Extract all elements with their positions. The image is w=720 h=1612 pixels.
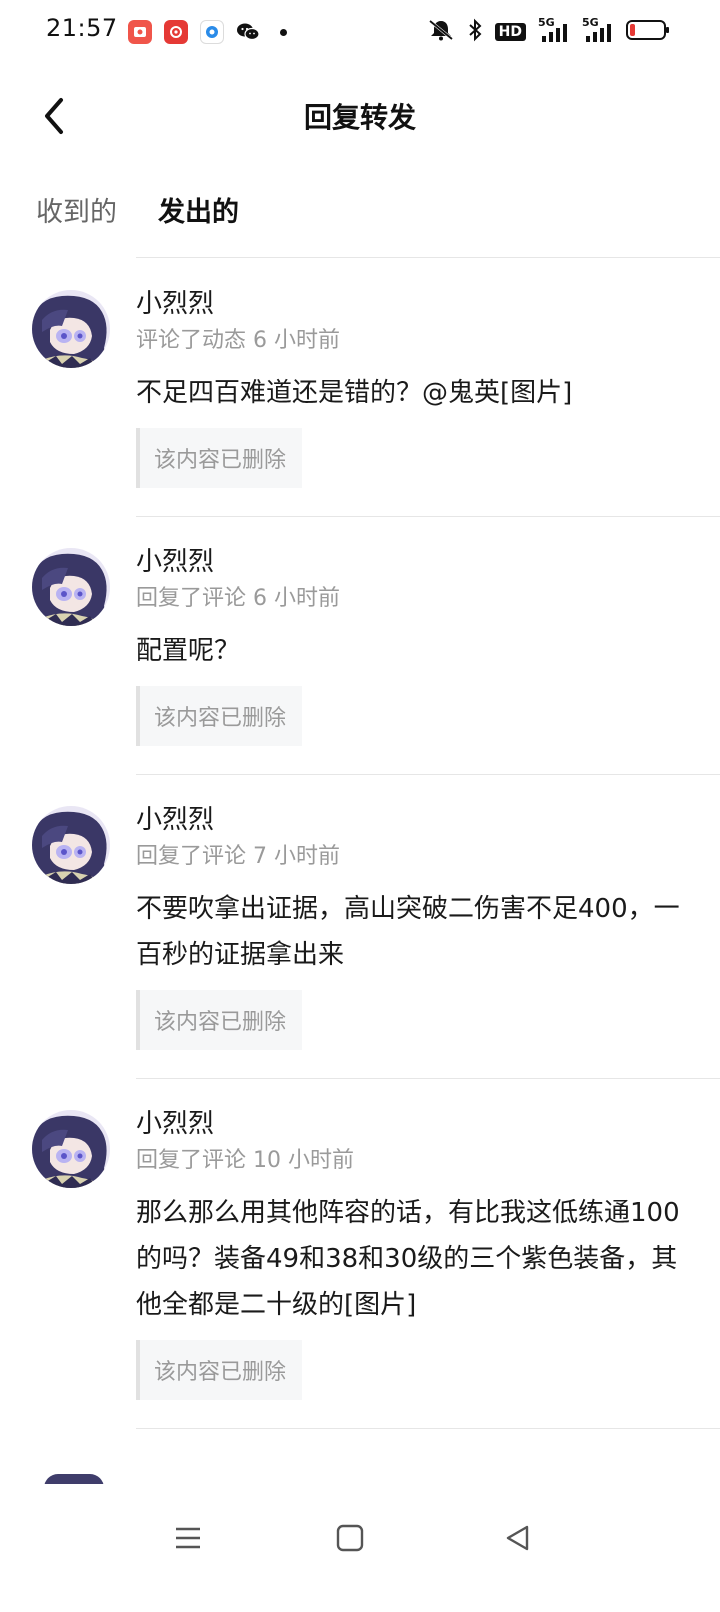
menu-icon bbox=[176, 1527, 200, 1549]
page-title: 回复转发 bbox=[303, 101, 416, 134]
reply-list: 小烈烈 评论了动态 6 小时前 不足四百难道还是错的？@鬼英[图片] 该内容已删… bbox=[0, 258, 720, 1429]
deleted-quote[interactable]: 该内容已删除 bbox=[136, 686, 302, 746]
deleted-quote-text: 该内容已删除 bbox=[154, 1010, 287, 1035]
list-item[interactable]: 小烈烈 评论了动态 6 小时前 不足四百难道还是错的？@鬼英[图片] 该内容已删… bbox=[0, 258, 720, 517]
reply-meta: 评论了动态 6 小时前 bbox=[136, 328, 340, 353]
hd-icon: HD bbox=[494, 23, 526, 41]
tab-received[interactable]: 收到的 bbox=[36, 190, 117, 229]
signal-5g-icon: 5G bbox=[582, 16, 614, 44]
tab-bar: 收到的 发出的 bbox=[0, 190, 720, 248]
status-app-icons bbox=[128, 20, 287, 44]
avatar[interactable] bbox=[32, 1110, 110, 1188]
browser-app-icon bbox=[200, 20, 224, 44]
reply-meta: 回复了评论 7 小时前 bbox=[136, 844, 340, 869]
header: 回复转发 bbox=[0, 64, 720, 176]
more-notifications-dot bbox=[280, 28, 287, 36]
avatar[interactable] bbox=[32, 806, 110, 884]
wechat-icon bbox=[236, 20, 260, 44]
tab-sent[interactable]: 发出的 bbox=[158, 190, 239, 229]
divider bbox=[136, 1428, 720, 1429]
reply-content[interactable]: 不要吹拿出证据，高山突破二伤害不足400，一百秒的证据拿出来 bbox=[136, 886, 720, 978]
deleted-quote-text: 该内容已删除 bbox=[154, 706, 287, 731]
reply-content[interactable]: 配置呢？ bbox=[136, 628, 720, 674]
username[interactable]: 小烈烈 bbox=[136, 802, 720, 838]
reply-meta: 回复了评论 10 小时前 bbox=[136, 1148, 354, 1173]
reply-meta: 回复了评论 6 小时前 bbox=[136, 586, 340, 611]
battery-low-icon bbox=[626, 18, 670, 46]
avatar[interactable] bbox=[32, 290, 110, 368]
deleted-quote-text: 该内容已删除 bbox=[154, 1360, 287, 1385]
deleted-quote-text: 该内容已删除 bbox=[154, 448, 287, 473]
music-app-icon bbox=[164, 20, 188, 44]
deleted-quote[interactable]: 该内容已删除 bbox=[136, 990, 302, 1050]
mute-icon bbox=[427, 18, 455, 46]
reply-content[interactable]: 不足四百难道还是错的？@鬼英[图片] bbox=[136, 370, 720, 416]
username[interactable]: 小烈烈 bbox=[136, 286, 720, 322]
signal-5g-icon: 5G bbox=[538, 16, 570, 44]
back-triangle-icon bbox=[506, 1525, 529, 1551]
photo-app-icon bbox=[128, 20, 152, 44]
system-nav-bar bbox=[0, 1484, 720, 1612]
status-time: 21:57 bbox=[46, 14, 118, 42]
reply-content[interactable]: 那么那么用其他阵容的话，有比我这低练通100的吗？装备49和38和30级的三个紫… bbox=[136, 1190, 720, 1328]
menu-button[interactable] bbox=[158, 1510, 218, 1566]
status-bar: 21:57 HD 5G 5G bbox=[0, 0, 720, 64]
avatar[interactable] bbox=[32, 548, 110, 626]
username[interactable]: 小烈烈 bbox=[136, 1106, 720, 1142]
home-square-icon bbox=[336, 1524, 364, 1552]
home-button[interactable] bbox=[320, 1510, 380, 1566]
deleted-quote[interactable]: 该内容已删除 bbox=[136, 428, 302, 488]
list-item[interactable]: 小烈烈 回复了评论 10 小时前 那么那么用其他阵容的话，有比我这低练通100的… bbox=[0, 1078, 720, 1429]
list-item[interactable]: 小烈烈 回复了评论 6 小时前 配置呢？ 该内容已删除 bbox=[0, 516, 720, 775]
back-nav-button[interactable] bbox=[488, 1510, 548, 1566]
deleted-quote[interactable]: 该内容已删除 bbox=[136, 1340, 302, 1400]
status-indicators: HD 5G 5G bbox=[427, 16, 670, 46]
username[interactable]: 小烈烈 bbox=[136, 544, 720, 580]
bluetooth-icon bbox=[467, 18, 483, 46]
list-item[interactable]: 小烈烈 回复了评论 7 小时前 不要吹拿出证据，高山突破二伤害不足400，一百秒… bbox=[0, 774, 720, 1079]
